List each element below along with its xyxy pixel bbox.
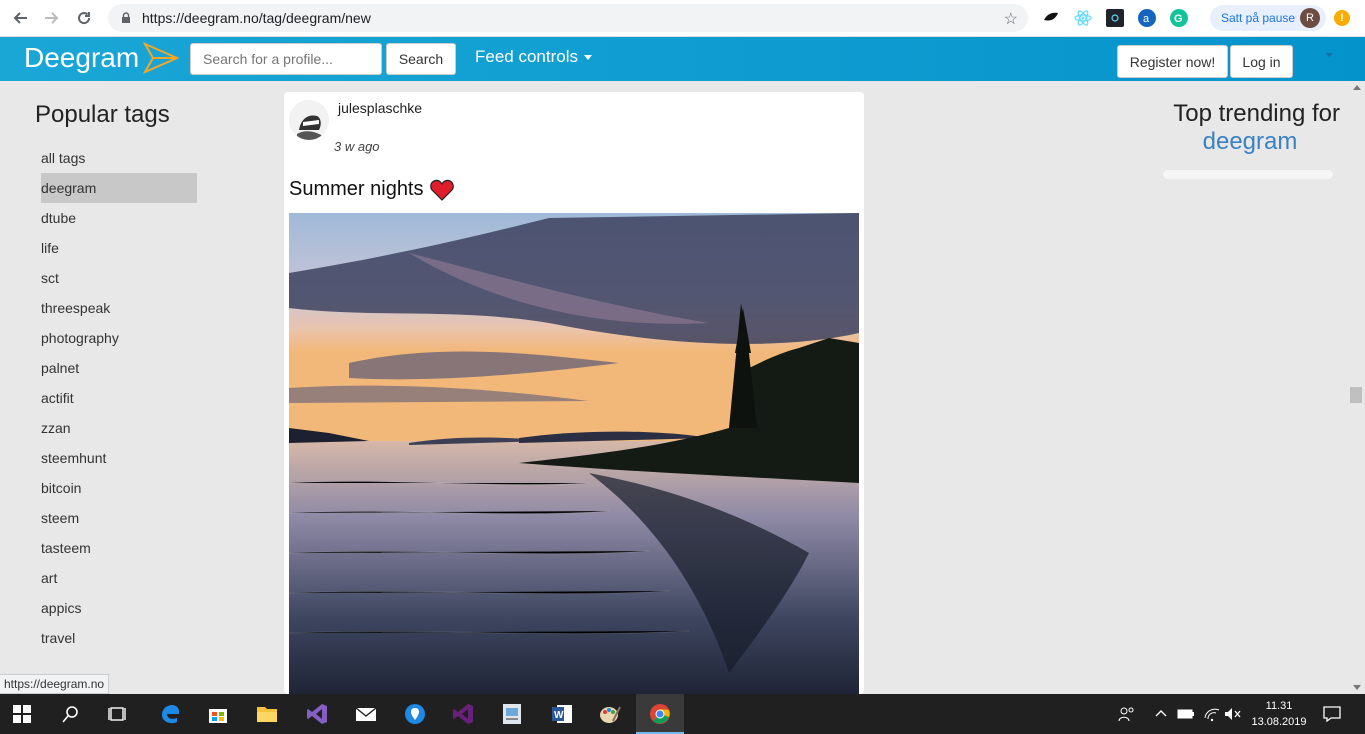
svg-text:W: W bbox=[554, 710, 564, 721]
account-extension-icon[interactable]: a bbox=[1138, 9, 1156, 27]
tag-item[interactable]: travel bbox=[41, 623, 197, 653]
reload-icon[interactable] bbox=[72, 6, 96, 30]
update-alert-icon[interactable]: ! bbox=[1334, 10, 1350, 26]
brand-arrow-icon bbox=[143, 42, 179, 74]
tag-item[interactable]: appics bbox=[41, 593, 197, 623]
bookmark-star-icon[interactable]: ☆ bbox=[1004, 9, 1018, 29]
react-devtools-icon[interactable] bbox=[1074, 9, 1092, 27]
scroll-down-arrow-icon[interactable] bbox=[1353, 685, 1361, 690]
author-avatar[interactable] bbox=[289, 100, 329, 140]
chevron-up-icon[interactable] bbox=[1155, 706, 1167, 725]
address-bar[interactable]: https://deegram.no/tag/deegram/new ☆ bbox=[108, 4, 1028, 32]
clock-time: 11.31 bbox=[1265, 700, 1293, 712]
profile-avatar: R bbox=[1300, 8, 1320, 28]
tag-item-active[interactable]: deegram bbox=[41, 173, 197, 203]
battery-icon[interactable] bbox=[1177, 706, 1195, 725]
tag-item[interactable]: tasteem bbox=[41, 533, 197, 563]
visual-studio-purple-icon[interactable] bbox=[305, 702, 329, 726]
chrome-icon[interactable] bbox=[648, 702, 672, 726]
chevron-down-icon[interactable] bbox=[1325, 53, 1333, 57]
tag-item[interactable]: steemhunt bbox=[41, 443, 197, 473]
file-explorer-icon[interactable] bbox=[255, 702, 279, 726]
word-icon[interactable]: W bbox=[550, 702, 574, 726]
wifi-icon[interactable] bbox=[1203, 706, 1221, 725]
task-view-icon[interactable] bbox=[106, 702, 130, 726]
volume-muted-icon[interactable] bbox=[1224, 706, 1242, 725]
notifications-icon[interactable] bbox=[1323, 706, 1341, 725]
search-button[interactable]: Search bbox=[386, 43, 456, 75]
people-icon[interactable] bbox=[1118, 706, 1136, 725]
browser-toolbar: https://deegram.no/tag/deegram/new ☆ a G… bbox=[0, 0, 1365, 37]
edge-icon[interactable] bbox=[158, 702, 182, 726]
brand-logo-text[interactable]: Deegram bbox=[24, 42, 139, 74]
tag-item[interactable]: palnet bbox=[41, 353, 197, 383]
scroll-up-arrow-icon[interactable] bbox=[1353, 85, 1361, 90]
status-url-tooltip: https://deegram.no bbox=[0, 674, 110, 694]
tag-item[interactable]: photography bbox=[41, 323, 197, 353]
feed-controls-label: Feed controls bbox=[475, 47, 578, 66]
windows-taskbar: W 11.31 13.08.2019 bbox=[0, 694, 1365, 734]
tag-item[interactable]: zzan bbox=[41, 413, 197, 443]
url-text: https://deegram.no/tag/deegram/new bbox=[142, 10, 371, 26]
back-icon[interactable] bbox=[8, 6, 32, 30]
tag-item[interactable]: dtube bbox=[41, 203, 197, 233]
tag-item[interactable]: life bbox=[41, 233, 197, 263]
trending-title: Top trending for bbox=[1173, 100, 1340, 127]
profile-search-input[interactable] bbox=[190, 43, 382, 75]
search-icon[interactable] bbox=[59, 702, 83, 726]
post-photo[interactable] bbox=[289, 213, 859, 694]
trending-list-placeholder bbox=[1163, 170, 1333, 179]
heart-icon bbox=[429, 179, 454, 201]
visual-studio-icon[interactable] bbox=[451, 702, 475, 726]
post-timestamp: 3 w ago bbox=[334, 139, 380, 154]
tag-item[interactable]: bitcoin bbox=[41, 473, 197, 503]
tag-item[interactable]: all tags bbox=[41, 143, 197, 173]
paint-icon[interactable] bbox=[598, 702, 622, 726]
windows-start-icon[interactable] bbox=[10, 702, 34, 726]
forward-icon[interactable] bbox=[40, 6, 64, 30]
caret-down-icon bbox=[584, 54, 592, 60]
site-navbar: Deegram Search Feed controls Register no… bbox=[0, 37, 1365, 81]
popular-tags-sidebar: Popular tags all tags deegram dtube life… bbox=[0, 81, 280, 694]
profile-status-label: Satt på pause bbox=[1221, 11, 1296, 25]
top-trending-panel: Top trending for deegram bbox=[1140, 100, 1340, 156]
author-username[interactable]: julesplaschke bbox=[338, 100, 422, 116]
taskbar-clock[interactable]: 11.31 13.08.2019 bbox=[1250, 698, 1308, 730]
lock-icon bbox=[122, 12, 130, 23]
register-button[interactable]: Register now! bbox=[1117, 45, 1228, 78]
trending-tag-link[interactable]: deegram bbox=[1160, 128, 1340, 156]
svg-text:a: a bbox=[1143, 13, 1150, 25]
profile-chip[interactable]: Satt på pause R bbox=[1210, 5, 1326, 31]
post-title: Summer nights bbox=[289, 178, 454, 201]
login-button[interactable]: Log in bbox=[1230, 45, 1293, 78]
document-viewer-icon[interactable] bbox=[500, 702, 524, 726]
popular-tags-title: Popular tags bbox=[35, 101, 170, 128]
svg-text:G: G bbox=[1174, 13, 1183, 25]
feed-controls-dropdown[interactable]: Feed controls bbox=[475, 47, 592, 67]
redux-devtools-icon[interactable] bbox=[1106, 9, 1124, 27]
tag-item[interactable]: steem bbox=[41, 503, 197, 533]
tag-list: all tags deegram dtube life sct threespe… bbox=[41, 143, 197, 653]
maps-icon[interactable] bbox=[403, 702, 427, 726]
extension-icon[interactable] bbox=[1042, 9, 1060, 27]
store-icon[interactable] bbox=[206, 702, 230, 726]
post-card: julesplaschke 3 w ago Summer nights bbox=[284, 92, 864, 694]
tag-item[interactable]: sct bbox=[41, 263, 197, 293]
clock-date: 13.08.2019 bbox=[1251, 716, 1307, 728]
grammarly-icon[interactable]: G bbox=[1170, 9, 1188, 27]
mail-icon[interactable] bbox=[354, 702, 378, 726]
tag-item[interactable]: threespeak bbox=[41, 293, 197, 323]
tag-item[interactable]: art bbox=[41, 563, 197, 593]
tag-item[interactable]: actifit bbox=[41, 383, 197, 413]
post-title-text: Summer nights bbox=[289, 178, 424, 200]
scroll-thumb[interactable] bbox=[1350, 387, 1362, 403]
page-scrollbar[interactable] bbox=[1348, 81, 1365, 694]
